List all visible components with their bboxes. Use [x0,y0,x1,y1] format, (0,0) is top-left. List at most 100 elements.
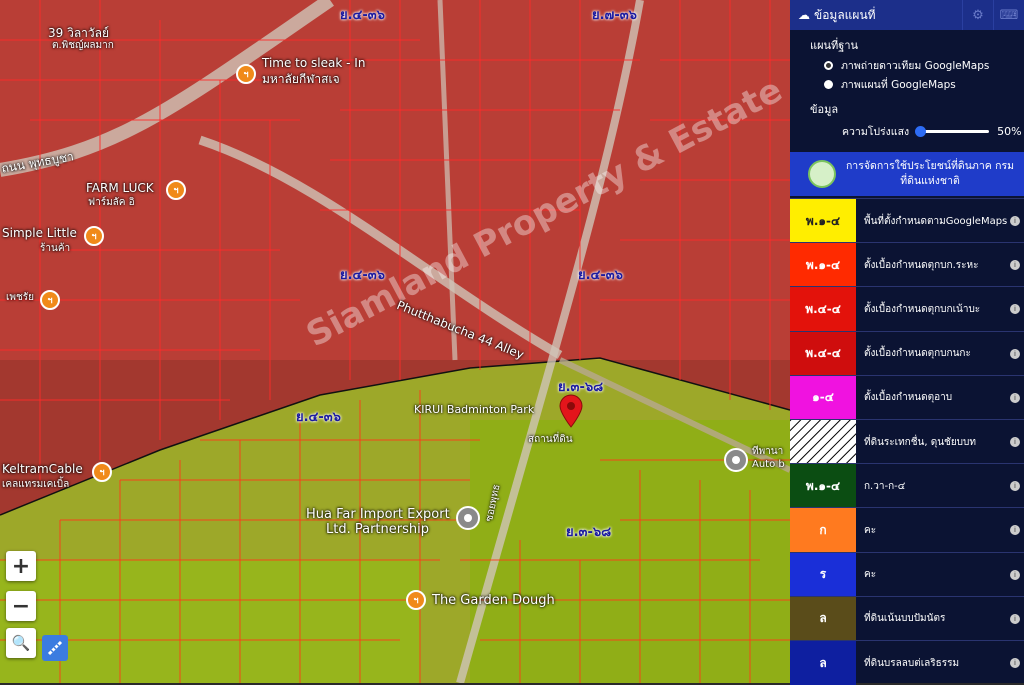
radio-selected-icon[interactable] [824,61,833,70]
legend-label: ที่ดินบรลลบต่เลริธรรม [864,657,960,669]
legend-swatch: พ.๔-๔ [790,331,856,376]
place-label: Ltd. Partnership [326,522,429,537]
opacity-label: ความโปร่งแสง [842,125,910,138]
agency-logo-icon [808,160,836,188]
poi-marker-icon[interactable]: ฯ [236,64,256,84]
legend-label: ตั้งเบื้องกำหนดตุกบก.ระหะ [864,259,979,271]
info-icon[interactable]: i [1010,437,1020,447]
base-map-heading: แผนที่ฐาน [810,39,859,52]
legend-swatch: พ.๔-๔ [790,287,856,332]
base-option-label: ภาพแผนที่ GoogleMaps [841,79,956,91]
legend-row[interactable]: พ.๑-๔ พื้นที่ตั้งกำหนดตามGoogleMaps i [790,198,1024,243]
legend-swatch: ร [790,552,856,597]
legend-code: ล [819,611,827,626]
legend-row[interactable]: ที่ดินระเทกชื่น, ดุนชัยบบท i [790,419,1024,464]
legend-row[interactable]: พ.๔-๔ ตั้งเบื้องกำหนดตุกบกเน้าบะ i [790,286,1024,332]
legend-swatch: ล [790,596,856,641]
zoom-in-button[interactable]: + [6,551,36,581]
info-icon[interactable]: i [1010,569,1020,580]
legend-swatch: ล [790,641,856,685]
place-label: มหาลัยกีฬาสเจ [262,72,340,86]
opacity-slider[interactable] [915,125,990,137]
zone-label: ย.๔-๓๖ [296,410,341,425]
location-pin-icon[interactable] [558,394,584,428]
keyboard-icon: ⌨ [999,7,1019,23]
legend-code: พ.๑-๔ [805,257,841,272]
opacity-control: ความโปร่งแสง 50% [790,120,1024,142]
place-label: Time to sleak - In [262,56,366,70]
poi-marker-icon[interactable]: ฯ [40,290,60,310]
banner-text: การจัดการใช้ประโยชน์ที่ดินภาค กรมที่ดินแ… [845,160,1015,187]
keyboard-button[interactable]: ⌨ [993,0,1024,30]
info-icon[interactable]: i [1010,392,1020,403]
info-icon[interactable]: i [1010,216,1020,226]
info-icon[interactable]: i [1010,658,1020,668]
legend-code: พ.๔-๔ [805,301,841,316]
legend-row[interactable]: ร คะ i [790,551,1024,597]
place-label: เคลแทรมเคเบิ้ล [2,479,70,490]
poi-marker-icon[interactable]: ฯ [166,180,186,200]
legend-row[interactable]: ล ที่ดินบรลลบต่เลริธรรม i [790,640,1024,685]
place-marker-icon[interactable] [724,448,748,472]
place-label: KeltramCable [2,462,83,476]
poi-marker-icon[interactable]: ฯ [92,462,112,482]
layers-icon: ☁ [798,8,810,22]
poi-marker-icon[interactable]: ฯ [406,590,426,610]
legend-swatch: พ.๑-๔ [790,464,856,509]
legend-swatch [790,420,856,464]
legend-row[interactable]: ก คะ i [790,507,1024,553]
map-info-panel: ☁ ข้อมูลแผนที่ ⚙ ⌨ แผนที่ฐาน ภาพถ่ายดาวเ… [790,0,1024,685]
base-option-map[interactable]: ภาพแผนที่ GoogleMaps [790,75,1024,94]
place-label: ร้านค้า [40,243,71,254]
panel-title-text: ข้อมูลแผนที่ [814,7,876,22]
legend-swatch: ๑-๔ [790,375,856,420]
legend-label: ที่ดินเน้นบบปัมนัตร [864,613,946,625]
radio-icon[interactable] [824,80,833,89]
opacity-value: 50% [997,124,1022,138]
zoom-out-button[interactable]: − [6,591,36,621]
agency-banner: การจัดการใช้ประโยชน์ที่ดินภาค กรมที่ดินแ… [790,152,1024,196]
settings-button[interactable]: ⚙ [962,0,993,30]
measure-tool-button[interactable] [42,635,68,661]
legend-row[interactable]: ๑-๔ ตั้งเบื้องกำหนดตุอาบ i [790,374,1024,420]
legend-row[interactable]: พ.๔-๔ ตั้งเบื้องกำหนดตุกบกนกะ i [790,330,1024,376]
poi-marker-icon[interactable]: ฯ [84,226,104,246]
info-icon[interactable]: i [1010,613,1020,624]
gear-icon: ⚙ [972,7,984,23]
data-heading: ข้อมูล [810,103,839,116]
legend-label: คะ [864,524,877,536]
base-option-label: ภาพถ่ายดาวเทียม GoogleMaps [841,60,990,72]
slider-handle[interactable] [915,125,927,137]
legend-row[interactable]: ล ที่ดินเน้นบบปัมนัตร i [790,595,1024,641]
place-label: FARM LUCK [86,181,154,195]
legend-swatch: พ.๑-๔ [790,243,856,288]
map-view[interactable]: Siamland Property & Estate ย.๔-๓๖ ย.๗-๓๖… [0,0,790,683]
zone-label: ย.๔-๓๖ [578,268,623,283]
map-layer [0,0,790,683]
legend-row[interactable]: พ.๑-๔ ตั้งเบื้องกำหนดตุกบก.ระหะ i [790,242,1024,288]
place-label: สถานที่ดิน [528,434,573,445]
legend-code: พ.๑-๔ [805,478,841,493]
place-label: ฟาร์มลัค อิ [88,197,135,208]
legend-label: ก.วา-ก-๔ [864,480,906,492]
info-icon[interactable]: i [1010,481,1020,492]
place-label: Hua Far Import Export [306,507,450,522]
panel-header: ☁ ข้อมูลแผนที่ ⚙ ⌨ [790,0,1024,30]
info-icon[interactable]: i [1010,304,1020,315]
legend-label: ที่ดินระเทกชื่น, ดุนชัยบบท [864,436,976,448]
legend-code: ก [819,522,827,537]
info-icon[interactable]: i [1010,260,1020,271]
place-label: เพชรัย [6,292,35,303]
info-icon[interactable]: i [1010,525,1020,536]
info-icon[interactable]: i [1010,348,1020,359]
legend-swatch: พ.๑-๔ [790,199,856,243]
zone-label: ย.๓-๖๘ [566,525,612,540]
place-label: ต.พิชญ์ผลมาก [52,40,114,51]
base-option-satellite[interactable]: ภาพถ่ายดาวเทียม GoogleMaps [790,56,1024,75]
legend-row[interactable]: พ.๑-๔ ก.วา-ก-๔ i [790,463,1024,509]
zone-label: ย.๔-๓๖ [340,268,385,283]
zoom-search-button[interactable]: 🔍 [6,628,36,658]
zone-label: ย.๗-๓๖ [592,8,637,23]
place-marker-icon[interactable] [456,506,480,530]
place-label: KIRUI Badminton Park [414,403,535,416]
